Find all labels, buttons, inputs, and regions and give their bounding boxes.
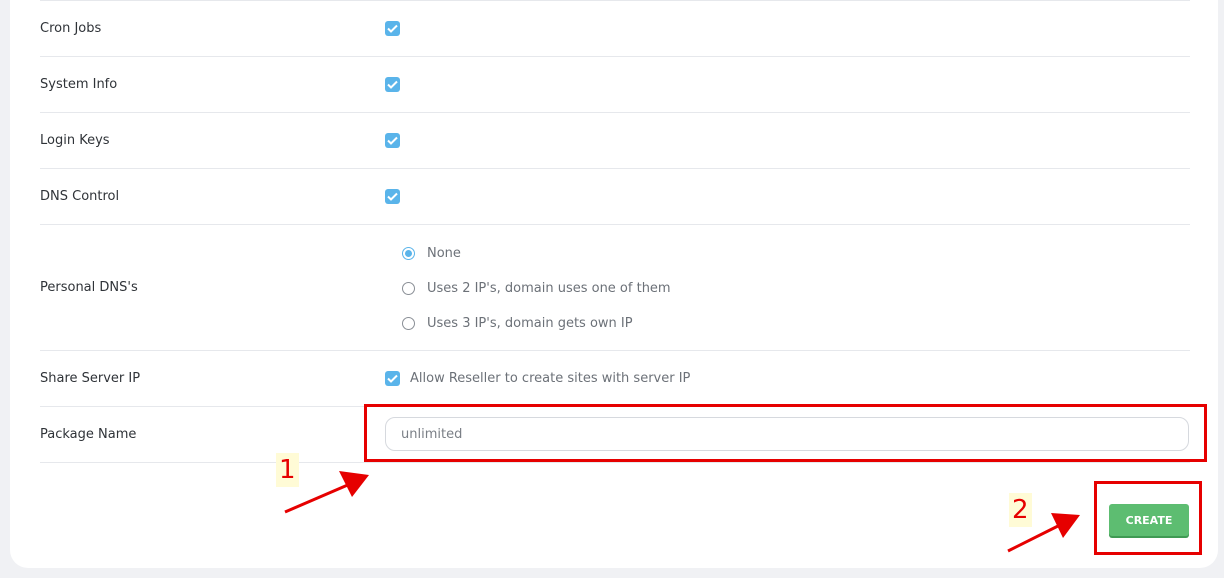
arrow-icon-2	[1007, 513, 1080, 553]
arrow-icon-1	[284, 471, 369, 514]
annotation-arrows	[284, 471, 1080, 553]
